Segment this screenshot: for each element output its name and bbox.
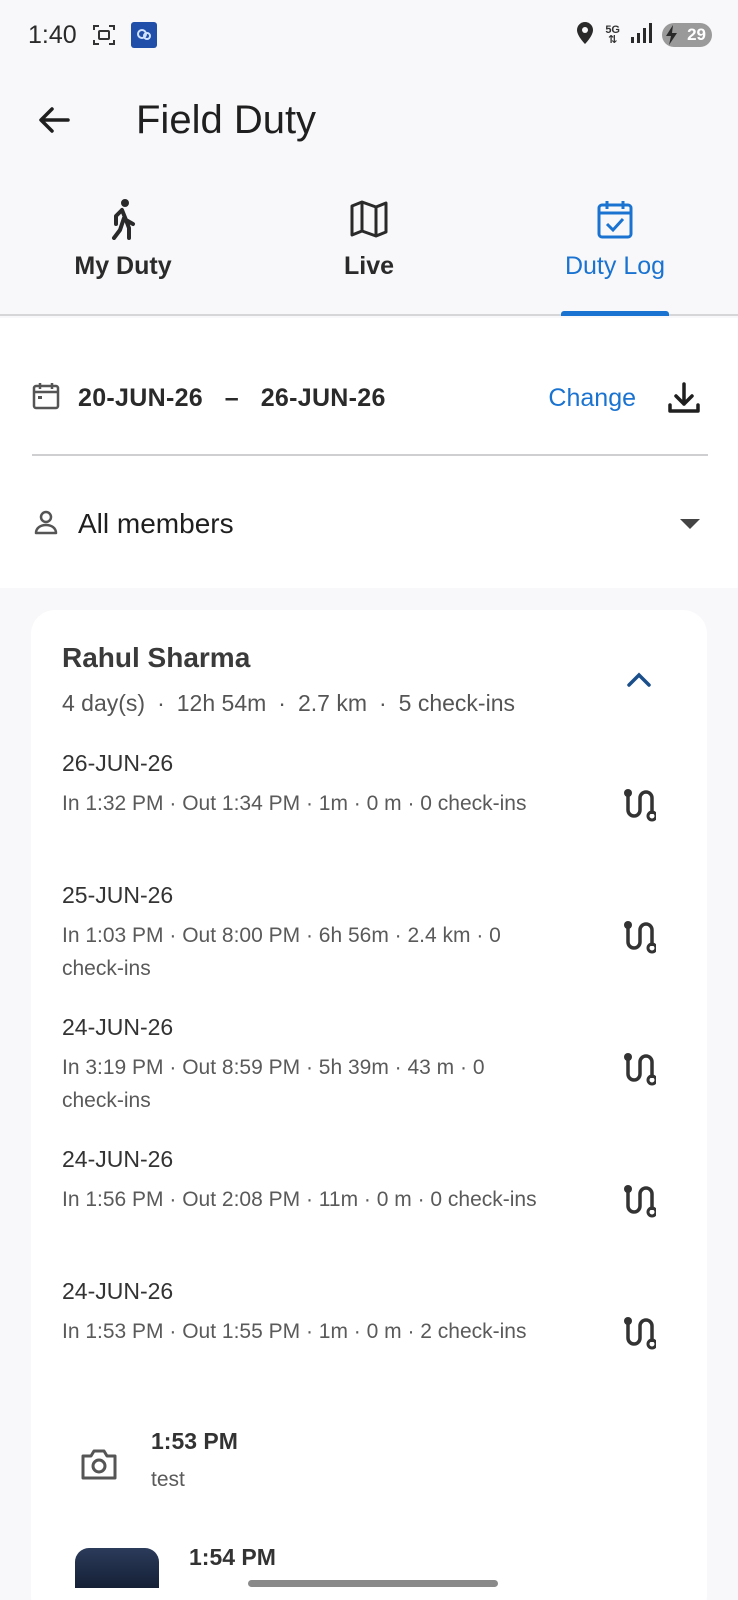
chevron-up-icon [627, 672, 651, 687]
tab-label: Duty Log [564, 252, 666, 280]
app-bar: Field Duty [0, 80, 738, 160]
home-indicator[interactable] [248, 1580, 498, 1587]
tab-duty-log[interactable]: Duty Log [492, 188, 738, 316]
walking-person-icon [102, 198, 144, 240]
calendar-icon [32, 382, 60, 415]
camera-icon [79, 1444, 119, 1484]
summary-checkins: 5 check-ins [398, 690, 515, 716]
screenshot-icon [91, 22, 117, 48]
tab-live[interactable]: Live [246, 188, 492, 314]
summary-days: 4 day(s) [62, 690, 146, 716]
battery-level: 29 [687, 25, 706, 44]
log-date: 25-JUN-26 [62, 882, 174, 908]
log-date: 24-JUN-26 [62, 1146, 174, 1172]
log-detail: In 1:32 PM · Out 1:34 PM · 1m · 0 m · 0 … [62, 792, 527, 815]
back-button[interactable] [26, 92, 82, 148]
active-tab-indicator [561, 311, 669, 316]
member-selector[interactable]: All members [32, 494, 708, 554]
app-notification-icon [130, 22, 157, 48]
divider [32, 454, 708, 456]
member-duty-card: Rahul Sharma 4 day(s) · 12h 54m · 2.7 km… [31, 610, 707, 1600]
date-start: 20-JUN-26 [78, 383, 203, 412]
checkin-item[interactable]: 1:54 PM [71, 1540, 631, 1600]
status-right: 5G ⇅ 29 [575, 21, 712, 50]
route-icon [624, 1053, 656, 1086]
tab-bar: My Duty Live Duty Log [0, 188, 738, 316]
member-name: Rahul Sharma [62, 642, 251, 673]
change-date-button[interactable]: Change [548, 384, 636, 413]
date-separator: – [224, 383, 239, 412]
log-detail: In 1:03 PM · Out 8:00 PM · 6h 56m · 2.4 … [62, 924, 501, 980]
charging-bolt-icon [665, 25, 679, 50]
log-detail: In 3:19 PM · Out 8:59 PM · 5h 39m · 43 m… [62, 1056, 485, 1112]
list-item[interactable]: 24-JUN-26 In 1:56 PM · Out 2:08 PM · 11m… [62, 1146, 662, 1256]
date-range-row: 20-JUN-26 – 26-JUN-26 Change [32, 370, 708, 426]
download-icon [668, 382, 700, 413]
tab-my-duty[interactable]: My Duty [0, 188, 246, 314]
battery-icon: 29 [662, 23, 712, 47]
tab-label: My Duty [74, 252, 172, 280]
log-detail: In 1:53 PM · Out 1:55 PM · 1m · 0 m · 2 … [62, 1320, 527, 1343]
route-button[interactable] [614, 1308, 662, 1356]
date-range: 20-JUN-26 – 26-JUN-26 [78, 384, 386, 413]
checkin-time: 1:53 PM [151, 1428, 238, 1454]
route-button[interactable] [614, 1176, 662, 1224]
network-type-icon: 5G ⇅ [605, 24, 620, 46]
summary-distance: 2.7 km [297, 690, 367, 716]
route-icon [624, 1317, 656, 1350]
arrow-left-icon [39, 107, 70, 133]
log-detail: In 1:56 PM · Out 2:08 PM · 11m · 0 m · 0… [62, 1188, 537, 1211]
location-icon [575, 21, 595, 50]
collapse-button[interactable] [621, 662, 657, 698]
log-date: 24-JUN-26 [62, 1278, 174, 1304]
map-icon [348, 198, 390, 240]
member-label: All members [78, 508, 234, 539]
checkin-time: 1:54 PM [189, 1544, 276, 1570]
list-item[interactable]: 26-JUN-26 In 1:32 PM · Out 1:34 PM · 1m … [62, 750, 662, 860]
signal-icon [630, 22, 652, 48]
route-icon [624, 921, 656, 954]
list-item[interactable]: 24-JUN-26 In 3:19 PM · Out 8:59 PM · 5h … [62, 1014, 662, 1124]
log-date: 26-JUN-26 [62, 750, 174, 776]
date-end: 26-JUN-26 [260, 383, 386, 412]
list-item[interactable]: 25-JUN-26 In 1:03 PM · Out 8:00 PM · 6h … [62, 882, 662, 992]
download-button[interactable] [664, 378, 704, 418]
route-button[interactable] [614, 912, 662, 960]
route-icon [624, 1185, 656, 1218]
summary-duration: 12h 54m [176, 690, 267, 716]
log-date: 24-JUN-26 [62, 1014, 174, 1040]
member-summary: 4 day(s) · 12h 54m · 2.7 km · 5 check-in… [62, 690, 515, 716]
tab-label: Live [343, 252, 395, 280]
list-item[interactable]: 24-JUN-26 In 1:53 PM · Out 1:55 PM · 1m … [62, 1278, 662, 1388]
checkin-note: test [151, 1468, 185, 1491]
filter-panel: 20-JUN-26 – 26-JUN-26 Change All members [0, 318, 738, 588]
route-icon [624, 789, 656, 822]
dropdown-arrow-icon [680, 519, 700, 529]
network-label: 5G [605, 24, 620, 36]
checkin-item[interactable]: 1:53 PM test [71, 1428, 631, 1508]
status-left: 1:40 [28, 21, 157, 50]
person-icon [32, 508, 60, 541]
route-button[interactable] [614, 780, 662, 828]
status-time: 1:40 [28, 20, 77, 49]
calendar-check-icon [594, 198, 636, 240]
page-title: Field Duty [136, 97, 317, 142]
checkin-photo-thumbnail[interactable] [75, 1548, 159, 1588]
status-bar: 1:40 5G ⇅ 29 [0, 0, 738, 70]
route-button[interactable] [614, 1044, 662, 1092]
